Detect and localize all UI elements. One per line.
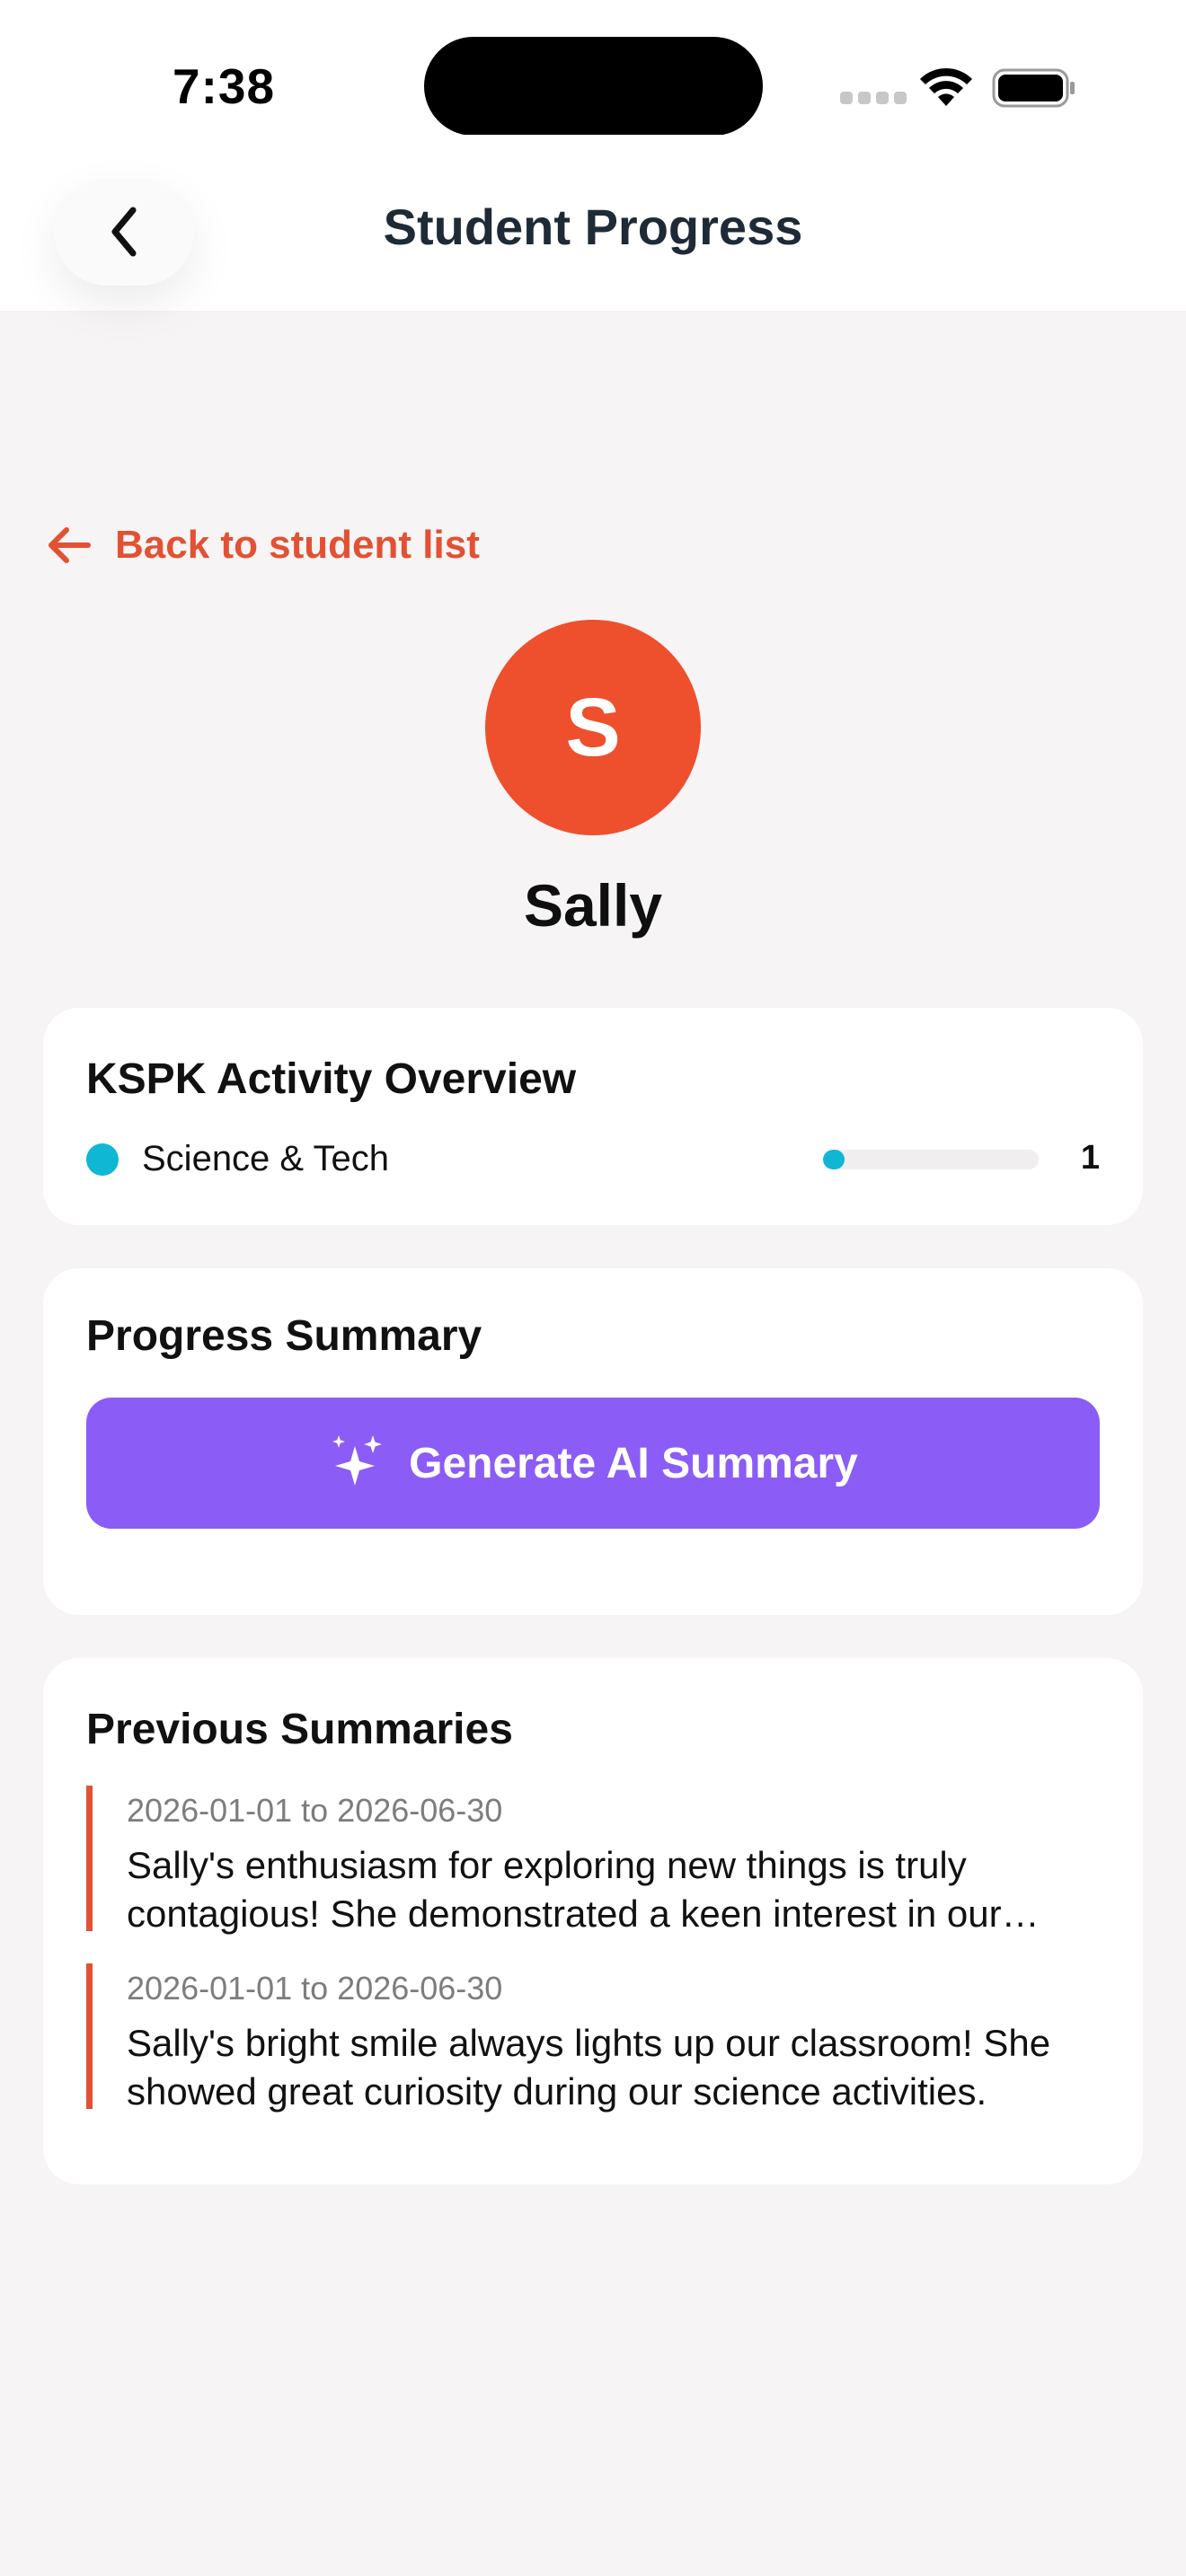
activity-count: 1 <box>1080 1139 1100 1177</box>
progress-summary-title: Progress Summary <box>86 1312 482 1360</box>
summary-text: Sally's bright smile always lights up ou… <box>127 2022 1051 2113</box>
top-navigation-bar: Student Progress <box>0 135 1186 311</box>
progress-summary-card: Progress Summary Generate AI Summary <box>43 1268 1143 1615</box>
activity-overview-title: KSPK Activity Overview <box>86 1055 577 1103</box>
avatar: S <box>485 620 701 835</box>
activity-progress-bar <box>823 1150 1039 1169</box>
summary-text: Sally's enthusiasm for exploring new thi… <box>127 1844 1002 1935</box>
summary-list-item[interactable]: 2026-01-01 to 2026-06-30 Sally's enthusi… <box>86 1786 1102 1935</box>
sparkles-icon <box>332 1435 383 1486</box>
dynamic-island <box>424 37 763 136</box>
summary-list-item[interactable]: 2026-01-01 to 2026-06-30 Sally's bright … <box>86 1963 1102 2113</box>
generate-ai-summary-label: Generate AI Summary <box>409 1439 858 1487</box>
page-title: Student Progress <box>383 198 803 255</box>
wifi-icon <box>920 67 972 106</box>
previous-summaries-card: Previous Summaries 2026-01-01 to 2026-06… <box>43 1658 1143 2184</box>
category-color-dot <box>86 1143 119 1176</box>
summary-date-range: 2026-01-01 to 2026-06-30 <box>127 1792 503 1829</box>
activity-overview-card: KSPK Activity Overview Science & Tech 1 <box>43 1008 1143 1225</box>
back-link-label: Back to student list <box>115 523 480 567</box>
activity-label: Science & Tech <box>142 1139 389 1178</box>
generate-ai-summary-button[interactable]: Generate AI Summary <box>86 1398 1100 1529</box>
status-time: 7:38 <box>173 58 276 114</box>
student-name: Sally <box>523 872 663 939</box>
cellular-signal-icon <box>840 92 907 104</box>
student-progress-screen: 7:38 Student Progress Back to student li… <box>0 0 1186 2576</box>
activity-progress-fill <box>823 1150 845 1169</box>
battery-icon <box>992 68 1075 108</box>
arrow-left-icon <box>49 527 91 563</box>
summary-date-range: 2026-01-01 to 2026-06-30 <box>127 1970 503 2007</box>
activity-row-science-tech: Science & Tech 1 <box>86 1139 1100 1178</box>
previous-summaries-title: Previous Summaries <box>86 1706 513 1753</box>
back-to-student-list-link[interactable]: Back to student list <box>47 523 480 568</box>
